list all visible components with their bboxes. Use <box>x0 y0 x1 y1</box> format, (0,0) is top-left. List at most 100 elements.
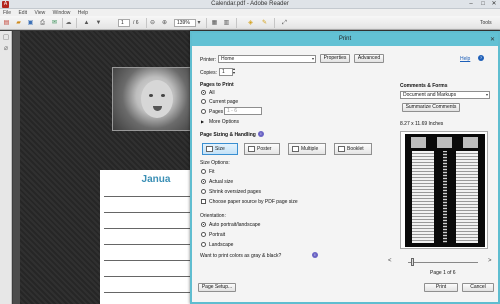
close-dialog-icon[interactable]: ✕ <box>490 36 495 43</box>
full-screen-icon[interactable]: ⤢ <box>280 19 289 27</box>
menu-help[interactable]: Help <box>75 9 91 16</box>
cloud-share-icon[interactable]: ☁ <box>64 19 73 27</box>
more-options-toggle[interactable]: More Options <box>209 119 239 125</box>
eye <box>149 94 153 97</box>
actual-size-label: Actual size <box>209 179 234 185</box>
shrink-oversized-radio[interactable] <box>201 189 206 194</box>
page-thumbnails-icon[interactable]: ▢ <box>2 34 10 42</box>
menu-edit[interactable]: Edit <box>15 9 30 16</box>
toolbar-separator <box>206 18 207 28</box>
save-icon[interactable]: ▣ <box>26 19 35 27</box>
close-window-icon[interactable]: ✕ <box>489 0 499 8</box>
fit-radio[interactable] <box>201 169 206 174</box>
copies-input[interactable]: 1 <box>219 68 233 76</box>
calendar-line <box>104 244 192 245</box>
preview-page-slider[interactable] <box>408 262 478 263</box>
next-preview-page-icon[interactable]: > <box>488 258 492 264</box>
multiple-pages-icon <box>292 146 299 152</box>
info-icon[interactable]: i <box>258 131 264 137</box>
orientation-heading: Orientation: <box>200 213 226 219</box>
create-pdf-icon[interactable]: ▤ <box>2 19 11 27</box>
help-link[interactable]: Help <box>460 56 470 62</box>
zoom-value: 139% <box>177 20 190 26</box>
previous-page-icon[interactable]: ▲ <box>82 19 91 27</box>
grayscale-question: Want to print colors as gray & black? <box>200 253 282 259</box>
page-total: / 6 <box>133 20 139 26</box>
multiple-mode-button[interactable]: Multiple <box>288 143 326 155</box>
portrait-radio[interactable] <box>201 232 206 237</box>
comments-forms-select[interactable]: Document and Markups ▾ <box>400 91 490 99</box>
fit-label: Fit <box>209 169 215 175</box>
preview-thumbnail <box>463 137 478 148</box>
calendar-line <box>104 260 192 261</box>
page-setup-button[interactable]: Page Setup... <box>198 283 236 292</box>
portrait-label: Portrait <box>209 232 226 238</box>
chevron-down-icon: ▾ <box>485 92 488 97</box>
pages-to-print-heading: Pages to Print <box>200 82 234 88</box>
pages-range-input[interactable]: 1 - 6 <box>224 107 262 115</box>
fit-page-icon[interactable]: ▦ <box>210 19 219 27</box>
more-options-triangle-icon[interactable]: ▶ <box>201 119 204 124</box>
poster-mode-button[interactable]: Poster <box>244 143 280 155</box>
zoom-dropdown-icon[interactable]: ▾ <box>196 19 202 27</box>
open-folder-icon[interactable]: ▰ <box>14 19 23 27</box>
booklet-mode-button[interactable]: Booklet <box>334 143 372 155</box>
calendar-sheet: Janua <box>100 170 192 304</box>
zoom-in-icon[interactable]: ⊕ <box>160 19 169 27</box>
email-icon[interactable]: ✉ <box>50 19 59 27</box>
calendar-line <box>104 228 192 229</box>
highlight-icon[interactable]: ✎ <box>260 19 269 27</box>
menu-file[interactable]: File <box>0 9 14 16</box>
cancel-button[interactable]: Cancel <box>462 283 494 292</box>
landscape-radio[interactable] <box>201 242 206 247</box>
pages-range-radio[interactable] <box>201 109 206 114</box>
help-icon[interactable]: ? <box>478 55 484 61</box>
printer-label: Printer: <box>200 57 217 63</box>
preview-sheet <box>405 134 485 247</box>
toolbar-separator <box>236 18 237 28</box>
preview-slider-thumb[interactable] <box>411 258 414 266</box>
print-icon[interactable]: ⎙ <box>38 19 47 27</box>
minimize-icon[interactable]: – <box>466 0 476 8</box>
menu-bar: File Edit View Window Help <box>0 9 500 16</box>
pages-range-placeholder: 1 - 6 <box>227 108 238 114</box>
preview-thumbnail <box>411 137 426 148</box>
current-page-radio[interactable] <box>201 99 206 104</box>
info-icon[interactable]: i <box>312 252 318 258</box>
auto-orientation-radio[interactable] <box>201 222 206 227</box>
shrink-oversized-label: Shrink oversized pages <box>209 189 261 195</box>
actual-size-radio[interactable] <box>201 179 206 184</box>
paper-source-checkbox[interactable] <box>201 199 206 204</box>
menu-window[interactable]: Window <box>50 9 74 16</box>
attachments-icon[interactable]: ⌀ <box>2 45 10 53</box>
scroll-mode-icon[interactable]: ▥ <box>222 19 231 27</box>
size-icon <box>206 146 213 152</box>
print-button[interactable]: Print <box>424 283 458 292</box>
baby-photo <box>112 67 198 131</box>
advanced-button[interactable]: Advanced <box>354 54 384 63</box>
all-pages-radio[interactable] <box>201 90 206 95</box>
comments-forms-heading: Comments & Forms <box>400 83 448 89</box>
next-page-icon[interactable]: ▼ <box>94 19 103 27</box>
printer-select[interactable]: Home ▾ <box>218 55 316 63</box>
all-pages-label: All <box>209 90 215 96</box>
copies-stepper[interactable]: ▴ ▾ <box>233 67 235 75</box>
sticky-note-icon[interactable]: ◈ <box>246 19 255 27</box>
size-mode-button[interactable]: Size <box>202 143 238 155</box>
tools-pane-button[interactable]: Tools <box>480 20 492 26</box>
properties-button[interactable]: Properties <box>320 54 350 63</box>
size-mode-label: Size <box>215 146 225 152</box>
poster-icon <box>248 146 255 152</box>
print-dialog: Print ✕ Printer: Home ▾ Properties Advan… <box>190 31 500 304</box>
calendar-line <box>104 292 192 293</box>
page-number-input[interactable]: 1 <box>118 19 130 27</box>
zoom-input[interactable]: 139% <box>174 19 196 27</box>
menu-view[interactable]: View <box>31 9 48 16</box>
chevron-down-icon: ▾ <box>311 56 314 61</box>
summarize-comments-button[interactable]: Summarize Comments <box>402 103 460 112</box>
previous-preview-page-icon[interactable]: < <box>388 258 392 264</box>
calendar-month-title: Janua <box>141 174 171 185</box>
maximize-icon[interactable]: □ <box>478 0 488 8</box>
mouth <box>153 106 162 111</box>
zoom-out-icon[interactable]: ⊖ <box>148 19 157 27</box>
